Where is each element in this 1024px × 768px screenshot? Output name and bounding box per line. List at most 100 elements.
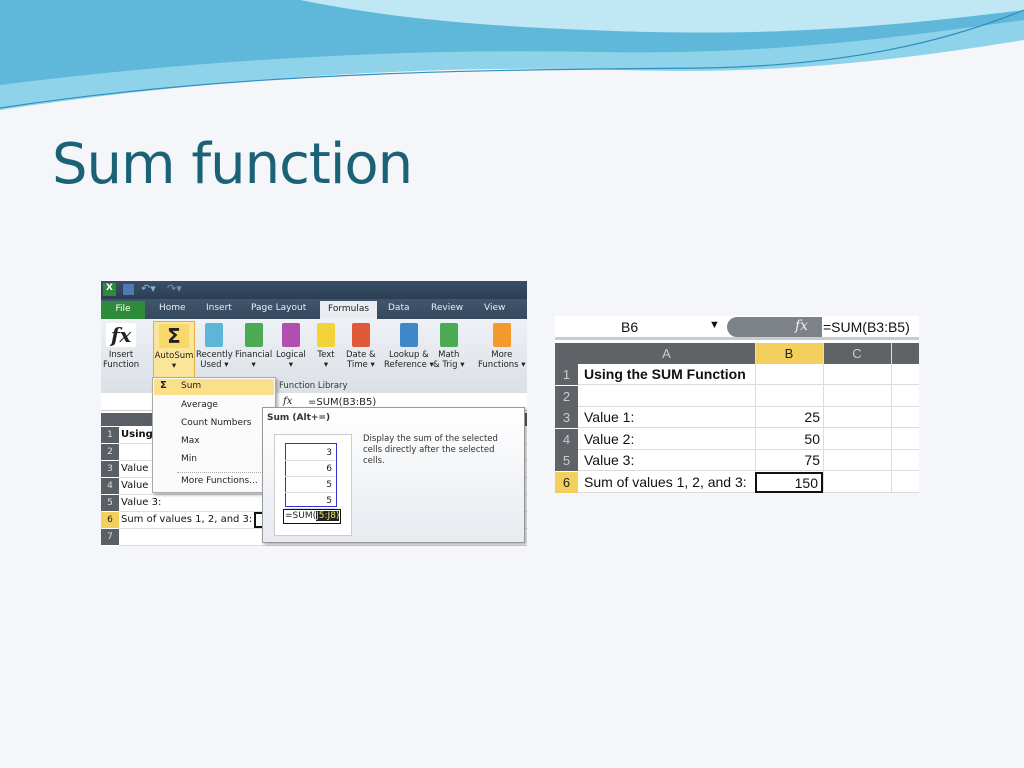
cell-b6[interactable]: 150 — [755, 471, 823, 493]
name-box-dropdown-icon[interactable]: ▼ — [709, 319, 720, 331]
ribbon-label: ▾ — [251, 360, 256, 370]
cell-a5[interactable]: Value 3: — [121, 497, 161, 508]
column-header-b[interactable]: B — [755, 343, 823, 364]
ribbon-label: ▾ — [323, 360, 329, 370]
row-header: 4 — [101, 478, 119, 494]
tooltip-title: Sum (Alt+=) — [267, 413, 331, 423]
ribbon-button-financial[interactable]: Financial ▾ — [235, 323, 272, 370]
tab-view[interactable]: View — [484, 303, 505, 313]
column-header-a[interactable]: A — [578, 343, 755, 364]
ribbon-label: & Trig ▾ — [433, 360, 465, 370]
row-header[interactable]: 2 — [555, 385, 578, 407]
ribbon-button-recently[interactable]: Recently Used ▾ — [196, 323, 233, 370]
ribbon-button-insert[interactable]: fx Insert Function — [103, 323, 139, 370]
excel-autosum-screenshot: X ↶▾ ↷▾ File Home Insert Page Layout Formula… — [101, 281, 527, 546]
menu-item-countnumbers[interactable]: Count Numbers — [181, 418, 251, 428]
row-header: 2 — [101, 444, 119, 460]
tab-data[interactable]: Data — [388, 303, 410, 313]
cell-a6[interactable]: Sum of values 1, 2, and 3: — [584, 474, 747, 490]
menu-separator — [177, 472, 273, 473]
menu-item-morefunctions[interactable]: More Functions... — [181, 476, 258, 486]
tab-insert[interactable]: Insert — [206, 303, 232, 313]
cell-a4[interactable]: Value 2: — [584, 431, 634, 447]
ribbon-button-autosum[interactable]: Σ AutoSum ▾ — [153, 321, 195, 383]
menu-item-sum[interactable]: Sum — [154, 379, 274, 395]
formula-text: =SUM(B3:B5) — [823, 319, 910, 335]
cell-b3[interactable]: 25 — [755, 409, 823, 425]
ribbon-button-logical[interactable]: Logical ▾ — [276, 323, 306, 370]
ribbon-label: Financial — [235, 350, 273, 360]
ribbon-button-math[interactable]: Math & Trig ▾ — [433, 323, 465, 370]
ribbon-label: More — [491, 350, 513, 360]
function-book-icon — [317, 323, 335, 347]
decorative-wave-header — [0, 0, 1024, 115]
row-header[interactable]: 5 — [555, 450, 578, 471]
ribbon-label: Recently — [196, 350, 233, 360]
ribbon-label: Lookup & — [389, 350, 429, 360]
row-header[interactable]: 3 — [555, 407, 578, 428]
function-book-icon — [281, 323, 300, 347]
menu-item-max[interactable]: Max — [181, 436, 200, 446]
ribbon-button-more[interactable]: More Functions ▾ — [478, 323, 526, 370]
formula-prefix: =SUM( — [285, 511, 317, 521]
cell-a1[interactable]: Using the SUM Function — [584, 366, 746, 382]
ribbon-button-date[interactable]: Date & Time ▾ — [346, 323, 376, 370]
excel-icon: X — [103, 283, 116, 296]
autosum-dropdown-menu: Sum Average Count Numbers Max Min More Functi… — [152, 377, 276, 493]
slide-title: Sum function — [52, 132, 413, 197]
name-formula-bar: B6 ▼ fx =SUM(B3:B5) — [555, 316, 919, 340]
cell-a1[interactable]: Using — [121, 429, 153, 440]
excel-sum-result-screenshot: B6 ▼ fx =SUM(B3:B5) ABC 1 Using the SUM F… — [555, 316, 919, 493]
sigma-icon: Σ — [160, 380, 167, 391]
row-header[interactable]: 1 — [555, 364, 578, 385]
row-line — [119, 545, 527, 546]
row-header: 1 — [101, 427, 119, 443]
fx-icon[interactable]: fx — [283, 396, 292, 407]
ribbon-label: Logical — [276, 350, 306, 360]
function-book-icon — [439, 323, 458, 347]
ribbon-label: Math — [438, 350, 460, 360]
table-row: 4 Value 2: 50 — [555, 428, 919, 450]
column-header-c[interactable]: C — [823, 343, 891, 364]
ribbon-label: AutoSum — [154, 351, 194, 361]
column-header-bar: ABC — [555, 343, 919, 364]
redo-icon[interactable]: ↷▾ — [167, 282, 182, 295]
menu-item-average[interactable]: Average — [181, 400, 218, 410]
save-icon[interactable] — [123, 284, 134, 295]
tooltip-preview-grid: 3 6 5 5 =SUM(J5:J8) — [274, 434, 352, 536]
tab-page-layout[interactable]: Page Layout — [251, 303, 306, 313]
formula-range: J5:J8) — [316, 511, 340, 521]
cell-b4[interactable]: 50 — [755, 431, 823, 447]
ribbon-label: ▾ — [288, 360, 294, 370]
group-label: Function Library — [279, 381, 348, 391]
name-box[interactable]: B6 — [621, 319, 638, 335]
ribbon-button-lookup[interactable]: Lookup & Reference ▾ — [384, 323, 434, 370]
tab-home[interactable]: Home — [159, 303, 186, 313]
tab-review[interactable]: Review — [431, 303, 463, 313]
tab-file[interactable]: File — [101, 301, 145, 319]
preview-formula: =SUM(J5:J8) — [283, 509, 342, 524]
ribbon-button-text[interactable]: Text ▾ — [317, 323, 335, 370]
row-header: 7 — [101, 529, 119, 545]
row-header[interactable]: 4 — [555, 428, 578, 450]
preview-cell: 5 — [285, 477, 335, 493]
ribbon-label: Text — [317, 350, 335, 360]
function-book-icon — [205, 323, 224, 347]
cell-a3[interactable]: Value — [121, 463, 148, 474]
quick-access-toolbar: X ↶▾ ↷▾ — [101, 281, 527, 299]
cell-a5[interactable]: Value 3: — [584, 452, 634, 468]
undo-icon[interactable]: ↶▾ — [141, 282, 156, 295]
cell-a3[interactable]: Value 1: — [584, 409, 634, 425]
fx-icon[interactable]: fx — [795, 318, 808, 334]
preview-cell: 5 — [285, 493, 335, 509]
table-row: 2 — [555, 385, 919, 407]
menu-item-min[interactable]: Min — [181, 454, 197, 464]
ribbon-label: Insert — [108, 350, 134, 360]
cell-b5[interactable]: 75 — [755, 452, 823, 468]
row-header[interactable]: 6 — [555, 471, 578, 493]
row-header: 5 — [101, 495, 119, 511]
tab-formulas[interactable]: Formulas — [320, 301, 378, 319]
cell-a6[interactable]: Sum of values 1, 2, and 3: — [121, 514, 252, 525]
function-book-icon — [351, 323, 370, 347]
ribbon-label: Used ▾ — [200, 360, 229, 370]
